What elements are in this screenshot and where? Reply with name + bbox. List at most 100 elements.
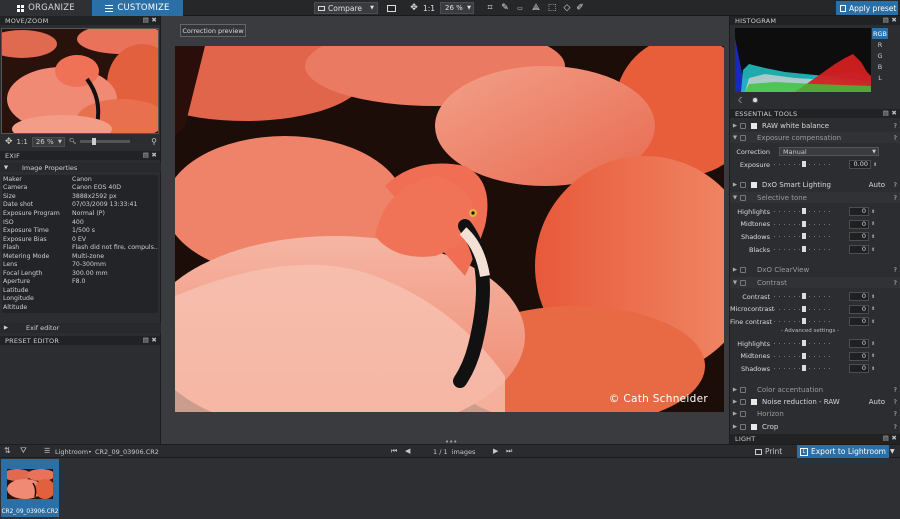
slider-value-field[interactable]: 0 — [849, 219, 869, 229]
slider-value-field[interactable]: 0 — [849, 207, 869, 216]
raw-white-balance-section[interactable]: ▶ RAW white balance ? — [730, 120, 900, 131]
exposure-slider-knob[interactable] — [802, 161, 806, 167]
slider-track[interactable] — [774, 233, 834, 240]
channel-rgb[interactable]: RGB — [872, 28, 888, 39]
tab-customize[interactable]: CUSTOMIZE — [92, 0, 183, 16]
zoom-1-1-button[interactable]: 1:1 — [421, 2, 437, 14]
slider-value-field[interactable]: 0 — [849, 317, 869, 327]
exposure-compensation-section[interactable]: ▼ Exposure compensation ? — [730, 132, 900, 143]
toggle-icon[interactable] — [740, 181, 746, 188]
spinner-icon[interactable]: ⬍ — [871, 341, 875, 347]
perspective-tool-icon[interactable]: ⟁ — [529, 2, 543, 14]
slider-track[interactable] — [774, 246, 834, 253]
help-icon[interactable]: ? — [894, 266, 897, 274]
slider-value-field[interactable]: 0 — [849, 245, 869, 255]
channel-r[interactable]: R — [872, 39, 888, 50]
zoom-out-icon[interactable]: 🔍︎ — [69, 138, 77, 145]
slider-value-field[interactable]: 0 — [849, 304, 869, 314]
red-eye-icon[interactable]: ◇ — [560, 2, 574, 14]
toggle-icon[interactable] — [740, 266, 746, 273]
help-icon[interactable]: ? — [894, 410, 897, 418]
zoom-ratio-button[interactable]: 1:1 — [17, 138, 28, 146]
contrast-section[interactable]: ▼ Contrast ? — [730, 277, 900, 288]
slider-track[interactable] — [774, 318, 834, 325]
correction-select[interactable]: Manual ▼ — [779, 147, 879, 156]
raw-wb-check[interactable] — [751, 122, 757, 129]
exif-editor-toggle[interactable]: ▶ Exif editor — [0, 323, 161, 333]
navigator-view-rect[interactable] — [2, 29, 158, 133]
export-to-lightroom-button[interactable]: L Export to Lightroom — [797, 445, 889, 458]
move-zoom-header[interactable]: MOVE/ZOOM ▤ ✖ — [0, 16, 160, 25]
panel-menu-close-icon[interactable]: ▤ ✖ — [883, 109, 897, 117]
slider-track[interactable] — [774, 293, 834, 299]
slider-knob[interactable] — [802, 318, 806, 325]
exposure-field[interactable]: 0.00 — [849, 160, 871, 169]
moon-icon[interactable]: ☾ — [738, 96, 745, 105]
sun-icon[interactable]: ✹ — [752, 96, 759, 105]
channel-g[interactable]: G — [872, 50, 888, 61]
slider-value-field[interactable]: 0 — [849, 351, 869, 361]
sort-icon[interactable]: ⇅ — [4, 446, 11, 455]
slider-knob[interactable] — [802, 246, 806, 253]
channel-b[interactable]: B — [872, 61, 888, 72]
fit-screen-icon[interactable] — [384, 2, 398, 14]
noise-reduction-check[interactable] — [751, 398, 757, 405]
help-icon[interactable]: ? — [894, 194, 897, 202]
color-accentuation-section[interactable]: ▶ Color accentuation ? — [730, 384, 900, 395]
filmstrip-item[interactable]: CR2_09_03906.CR2 — [1, 459, 59, 517]
spinner-icon[interactable]: ⬍ — [871, 319, 875, 325]
slider-track[interactable] — [774, 340, 834, 346]
selective-tone-section[interactable]: ▼ Selective tone ? — [730, 192, 900, 203]
toggle-icon[interactable] — [740, 410, 746, 417]
spinner-icon[interactable]: ⬍ — [871, 306, 875, 312]
filter-icon[interactable]: ⛛ — [20, 446, 27, 456]
noise-reduction-section[interactable]: ▶ Noise reduction - RAW Auto ? — [730, 396, 900, 407]
panel-menu-close-icon[interactable]: ▤ ✖ — [883, 16, 897, 24]
crop-tool-icon[interactable]: ⌗ — [484, 2, 496, 14]
slider-knob[interactable] — [802, 365, 806, 372]
navigator-thumbnail[interactable] — [1, 28, 159, 134]
slider-value-field[interactable]: 0 — [849, 232, 869, 242]
clearview-section[interactable]: ▶ DxO ClearView ? — [730, 264, 900, 275]
help-icon[interactable]: ? — [894, 386, 897, 394]
tab-organize[interactable]: ORGANIZE — [0, 0, 92, 16]
horizon-section[interactable]: ▶ Horizon ? — [730, 408, 900, 419]
slider-value-field[interactable]: 0 — [849, 339, 869, 348]
crop-check[interactable] — [751, 423, 757, 430]
zoom-slider[interactable] — [80, 138, 131, 145]
toggle-icon[interactable] — [740, 134, 746, 141]
toggle-icon[interactable] — [740, 398, 746, 405]
exif-header[interactable]: EXIF ▤ ✖ — [0, 151, 160, 160]
slider-value-field[interactable]: 0 — [849, 292, 869, 301]
help-icon[interactable]: ? — [894, 279, 897, 287]
image-properties-toggle[interactable]: ▼ Image Properties — [0, 163, 161, 172]
zoom-percent-select[interactable]: 26 % ▼ — [31, 136, 65, 147]
next-image-icon[interactable]: ▶ — [493, 447, 498, 455]
slider-knob[interactable] — [802, 305, 806, 312]
prev-image-icon[interactable]: ◀ — [405, 447, 410, 455]
panel-menu-close-icon[interactable]: ▤ ✖ — [143, 16, 157, 24]
slider-knob[interactable] — [802, 233, 806, 240]
slider-knob[interactable] — [802, 352, 806, 359]
slider-knob[interactable] — [802, 220, 806, 227]
toggle-icon[interactable] — [740, 279, 746, 286]
spinner-icon[interactable]: ⬍ — [871, 221, 875, 227]
slider-knob[interactable] — [802, 340, 806, 346]
slider-knob[interactable] — [802, 208, 806, 214]
help-icon[interactable]: ? — [894, 398, 897, 406]
channel-l[interactable]: L — [872, 72, 888, 83]
source-list-icon[interactable]: ☰ — [44, 447, 50, 455]
spinner-icon[interactable]: ⬍ — [871, 294, 875, 300]
smart-lighting-check[interactable] — [751, 181, 757, 188]
histogram-header[interactable]: HISTOGRAM ▤ ✖ — [730, 16, 900, 25]
essential-tools-header[interactable]: ESSENTIAL TOOLS ▤ ✖ — [730, 109, 900, 118]
spinner-icon[interactable]: ⬍ — [871, 209, 875, 215]
spinner-icon[interactable]: ⬍ — [871, 353, 875, 359]
main-photo[interactable]: © Cath Schneider — [175, 46, 724, 412]
correction-preview-button[interactable]: Correction preview — [180, 24, 246, 37]
zoom-in-icon[interactable]: ⚲ — [151, 137, 157, 146]
help-icon[interactable]: ? — [894, 134, 897, 142]
toggle-icon[interactable] — [740, 423, 746, 430]
panel-menu-close-icon[interactable]: ▤ ✖ — [883, 434, 897, 442]
slider-track[interactable] — [774, 305, 834, 312]
